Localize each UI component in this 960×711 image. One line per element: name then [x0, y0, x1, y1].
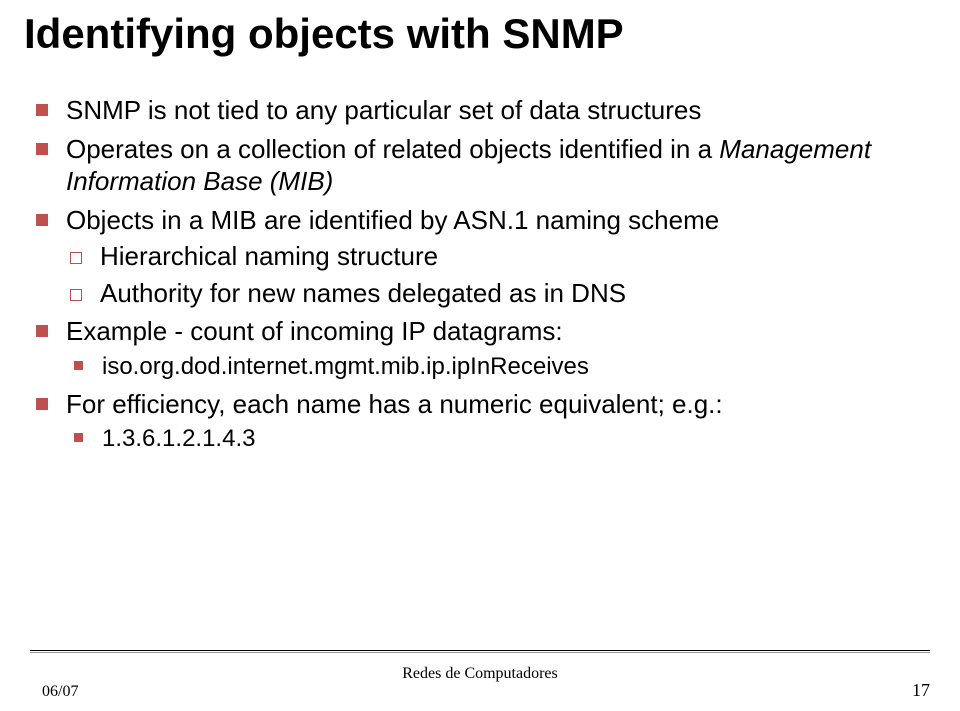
slide-body: SNMP is not tied to any particular set o… [30, 94, 930, 454]
footer-divider [30, 650, 930, 651]
bullet-list: SNMP is not tied to any particular set o… [36, 94, 930, 454]
bullet-text: Hierarchical naming structure [100, 241, 438, 271]
sub-sub-list: 1.3.6.1.2.1.4.3 [74, 424, 930, 454]
bullet-text: For efficiency, each name has a numeric … [66, 389, 723, 419]
page-number: 17 [912, 680, 930, 701]
slide-title: Identifying objects with SNMP [24, 10, 930, 58]
bullet-item: Objects in a MIB are identified by ASN.1… [36, 204, 930, 310]
bullet-text: SNMP is not tied to any particular set o… [66, 95, 701, 125]
bullet-item: SNMP is not tied to any particular set o… [36, 94, 930, 127]
sub-sub-bullet-item: 1.3.6.1.2.1.4.3 [74, 424, 930, 454]
oid-text: 1.3.6.1.2.1.4.3 [102, 425, 255, 452]
slide: Identifying objects with SNMP SNMP is no… [0, 0, 960, 711]
sub-sub-list: iso.org.dod.internet.mgmt.mib.ip.ipInRec… [74, 352, 930, 382]
code-text: iso.org.dod.internet.mgmt.mib.ip.ipInRec… [102, 353, 589, 380]
bullet-text: Operates on a collection of related obje… [66, 134, 719, 164]
footer-date: 06/07 [42, 683, 78, 701]
sub-list: Hierarchical naming structure Authority … [70, 240, 930, 309]
sub-bullet-item: Authority for new names delegated as in … [70, 277, 930, 310]
bullet-text: Objects in a MIB are identified by ASN.1… [66, 205, 719, 235]
bullet-item: Example - count of incoming IP datagrams… [36, 315, 930, 382]
sub-sub-bullet-item: iso.org.dod.internet.mgmt.mib.ip.ipInRec… [74, 352, 930, 382]
bullet-text: Authority for new names delegated as in … [100, 278, 626, 308]
bullet-item: Operates on a collection of related obje… [36, 133, 930, 198]
sub-bullet-item: Hierarchical naming structure [70, 240, 930, 273]
bullet-item: For efficiency, each name has a numeric … [36, 388, 930, 455]
bullet-text: Example - count of incoming IP datagrams… [66, 316, 563, 346]
footer-center-text: Redes de Computadores [0, 665, 960, 683]
